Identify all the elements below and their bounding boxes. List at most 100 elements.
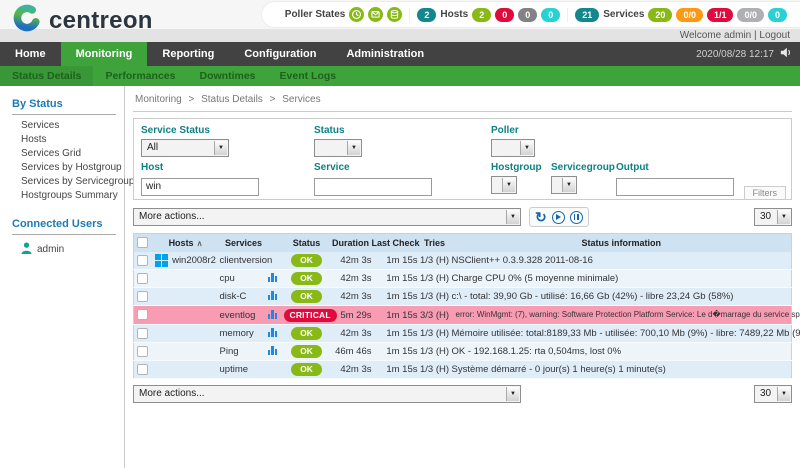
row-checkbox[interactable] xyxy=(137,255,148,266)
status-information: Système démarré - 0 jour(s) 1 heure(s) 1… xyxy=(452,361,792,379)
status-badge: OK xyxy=(291,345,322,358)
column-status-information[interactable]: Status information xyxy=(452,234,792,252)
poller-select[interactable]: ▼ xyxy=(491,139,535,157)
subnav-downtimes[interactable]: Downtimes xyxy=(188,66,268,86)
row-checkbox[interactable] xyxy=(137,291,148,302)
services-warning-badge[interactable]: 0/0 xyxy=(676,8,703,22)
nav-datetime: 2020/08/28 12:17 xyxy=(696,49,774,60)
sidebar: By Status Services Hosts Services Grid S… xyxy=(0,86,125,468)
subnav-performances[interactable]: Performances xyxy=(93,66,187,86)
services-unknown-badge[interactable]: 0/0 xyxy=(737,8,764,22)
servicegroup-label: Servicegroup xyxy=(551,162,615,173)
graph-icon[interactable] xyxy=(268,345,278,355)
tab-home[interactable]: Home xyxy=(0,42,61,66)
play-icon[interactable] xyxy=(552,211,565,224)
services-total-badge[interactable]: 21 xyxy=(575,8,599,22)
service-link[interactable]: memory xyxy=(220,325,268,343)
service-status-select[interactable]: All ▼ xyxy=(141,139,229,157)
last-check-value: 1m 15s xyxy=(372,361,418,379)
more-actions-select-bottom[interactable]: More actions... ▼ xyxy=(133,385,521,403)
centreon-logo[interactable]: centreon xyxy=(12,3,153,38)
service-label: Service xyxy=(314,162,432,173)
hosts-pending-badge[interactable]: 0 xyxy=(541,8,560,22)
breadcrumb-status-details[interactable]: Status Details xyxy=(201,94,263,105)
subnav-event-logs[interactable]: Event Logs xyxy=(268,66,349,86)
hostgroup-select[interactable]: ▼ xyxy=(491,176,517,194)
tab-monitoring[interactable]: Monitoring xyxy=(61,42,148,66)
service-link[interactable]: disk-C xyxy=(220,288,268,306)
row-checkbox[interactable] xyxy=(137,309,148,320)
services-label: Services xyxy=(603,9,644,20)
host-cell[interactable]: win2008r2 xyxy=(152,254,220,267)
tab-reporting[interactable]: Reporting xyxy=(147,42,229,66)
column-services[interactable]: Services xyxy=(220,234,268,252)
per-page-select-top[interactable]: 30 ▼ xyxy=(754,208,792,226)
connected-user-row: admin xyxy=(0,238,124,257)
column-duration[interactable]: Duration xyxy=(330,234,372,252)
graph-icon[interactable] xyxy=(268,327,278,337)
sidebar-item-services-by-hostgroup[interactable]: Services by Hostgroup xyxy=(0,160,124,174)
hosts-summary-group: 2 Hosts 2 0 0 0 xyxy=(409,8,567,22)
row-checkbox[interactable] xyxy=(137,364,148,375)
hosts-up-badge[interactable]: 2 xyxy=(472,8,491,22)
hosts-down-badge[interactable]: 0 xyxy=(495,8,514,22)
column-status[interactable]: Status xyxy=(284,234,330,252)
column-last-check[interactable]: Last Check xyxy=(372,234,418,252)
breadcrumb-services[interactable]: Services xyxy=(282,94,320,105)
table-row: disk-C OK 42m 3s 1m 15s 1/3 (H) c:\ - to… xyxy=(134,288,792,306)
column-tries[interactable]: Tries xyxy=(418,234,452,252)
filters-tab[interactable]: Filters xyxy=(744,186,787,200)
services-pending-badge[interactable]: 0 xyxy=(768,8,787,22)
breadcrumb-monitoring[interactable]: Monitoring xyxy=(135,94,182,105)
service-link[interactable]: eventlog xyxy=(220,306,268,325)
refresh-icon[interactable]: ↻ xyxy=(535,211,547,224)
tab-administration[interactable]: Administration xyxy=(331,42,439,66)
service-link[interactable]: clientversion xyxy=(220,252,268,270)
status-select[interactable]: ▼ xyxy=(314,139,362,157)
poller-label: Poller xyxy=(491,125,535,136)
tab-configuration[interactable]: Configuration xyxy=(229,42,331,66)
service-link[interactable]: cpu xyxy=(220,270,268,288)
row-checkbox[interactable] xyxy=(137,346,148,357)
select-all-checkbox[interactable] xyxy=(137,237,148,248)
filter-service: Service xyxy=(314,162,432,196)
per-page-select-bottom[interactable]: 30 ▼ xyxy=(754,385,792,403)
sidebar-item-hostgroups-summary[interactable]: Hostgroups Summary xyxy=(0,188,124,202)
tries-value: 1/3 (H) xyxy=(418,361,452,379)
sidebar-item-hosts[interactable]: Hosts xyxy=(0,132,124,146)
services-critical-badge[interactable]: 1/1 xyxy=(707,8,734,22)
table-header-row: Hosts∧ Services Status Duration Last Che… xyxy=(134,234,792,252)
host-input[interactable] xyxy=(141,178,259,196)
hosts-label: Hosts xyxy=(440,9,468,20)
row-checkbox[interactable] xyxy=(137,328,148,339)
status-badge: OK xyxy=(291,327,322,340)
graph-icon[interactable] xyxy=(268,272,278,282)
top-header: centreon Poller States 2 Hosts 2 0 xyxy=(0,0,800,29)
more-actions-select[interactable]: More actions... ▼ xyxy=(133,208,521,226)
connected-user-name: admin xyxy=(37,244,64,255)
service-input[interactable] xyxy=(314,178,432,196)
services-ok-badge[interactable]: 20 xyxy=(648,8,672,22)
output-input[interactable] xyxy=(616,178,734,196)
tries-value: 1/3 (H) xyxy=(418,252,452,270)
graph-icon[interactable] xyxy=(268,309,278,319)
servicegroup-select[interactable]: ▼ xyxy=(551,176,577,194)
logout-link[interactable]: Logout xyxy=(759,30,790,41)
poller-database-icon[interactable] xyxy=(387,7,402,22)
subnav-status-details[interactable]: Status Details xyxy=(0,66,93,86)
row-checkbox[interactable] xyxy=(137,273,148,284)
sound-icon[interactable] xyxy=(780,45,792,63)
sidebar-item-services-grid[interactable]: Services Grid xyxy=(0,146,124,160)
sidebar-item-services[interactable]: Services xyxy=(0,118,124,132)
column-hosts[interactable]: Hosts∧ xyxy=(152,234,220,252)
filter-hostgroup: Hostgroup ▼ xyxy=(491,162,542,194)
hosts-unreachable-badge[interactable]: 0 xyxy=(518,8,537,22)
poller-activity-icon[interactable] xyxy=(368,7,383,22)
hosts-total-badge[interactable]: 2 xyxy=(417,8,436,22)
poller-latency-icon[interactable] xyxy=(349,7,364,22)
pause-icon[interactable] xyxy=(570,211,583,224)
service-link[interactable]: Ping xyxy=(220,343,268,361)
service-link[interactable]: uptime xyxy=(220,361,268,379)
graph-icon[interactable] xyxy=(268,290,278,300)
sidebar-item-services-by-servicegroup[interactable]: Services by Servicegroup xyxy=(0,174,124,188)
